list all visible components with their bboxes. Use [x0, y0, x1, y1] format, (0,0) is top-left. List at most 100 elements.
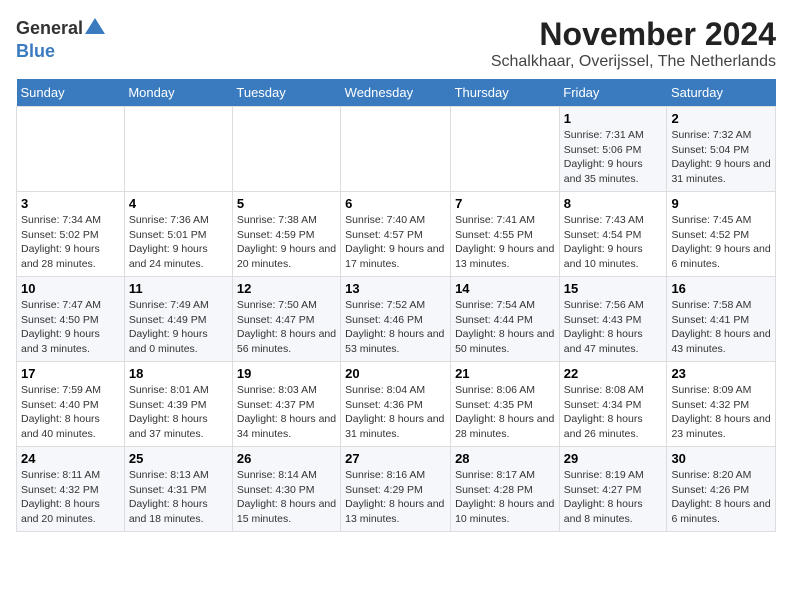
logo-general-text: General: [16, 18, 83, 39]
calendar-cell: 8Sunrise: 7:43 AM Sunset: 4:54 PM Daylig…: [559, 192, 667, 277]
col-header-monday: Monday: [124, 79, 232, 107]
calendar-cell: [124, 107, 232, 192]
day-number: 15: [564, 281, 663, 296]
calendar-cell: 2 Sunrise: 7:32 AM Sunset: 5:04 PM Daylig…: [667, 107, 776, 192]
calendar-cell: 3Sunrise: 7:34 AM Sunset: 5:02 PM Daylig…: [17, 192, 125, 277]
day-info: Sunrise: 8:04 AM Sunset: 4:36 PM Dayligh…: [345, 383, 446, 442]
col-header-friday: Friday: [559, 79, 667, 107]
day-number: 29: [564, 451, 663, 466]
day-number: 16: [671, 281, 771, 296]
calendar-cell: 20 Sunrise: 8:04 AM Sunset: 4:36 PM Dayli…: [341, 362, 451, 447]
day-number: 26: [237, 451, 336, 466]
calendar-cell: 16 Sunrise: 7:58 AM Sunset: 4:41 PM Dayli…: [667, 277, 776, 362]
day-number: 12: [237, 281, 336, 296]
calendar-cell: 7 Sunrise: 7:41 AM Sunset: 4:55 PM Daylig…: [451, 192, 560, 277]
calendar-cell: 15 Sunrise: 7:56 AM Sunset: 4:43 PM Dayli…: [559, 277, 667, 362]
day-info: Sunrise: 7:56 AM Sunset: 4:43 PM Dayligh…: [564, 298, 663, 357]
calendar-cell: 25 Sunrise: 8:13 AM Sunset: 4:31 PM Dayli…: [124, 447, 232, 532]
day-info: Sunrise: 8:19 AM Sunset: 4:27 PM Dayligh…: [564, 468, 663, 527]
day-info: Sunrise: 8:16 AM Sunset: 4:29 PM Dayligh…: [345, 468, 446, 527]
calendar-cell: 9 Sunrise: 7:45 AM Sunset: 4:52 PM Daylig…: [667, 192, 776, 277]
logo-icon: [85, 16, 105, 36]
day-number: 30: [671, 451, 771, 466]
calendar-title: November 2024: [491, 16, 776, 53]
day-number: 6: [345, 196, 446, 211]
calendar-cell: 1 Sunrise: 7:31 AM Sunset: 5:06 PM Daylig…: [559, 107, 667, 192]
calendar-cell: 26 Sunrise: 8:14 AM Sunset: 4:30 PM Dayli…: [232, 447, 340, 532]
calendar-cell: 27 Sunrise: 8:16 AM Sunset: 4:29 PM Dayli…: [341, 447, 451, 532]
day-info: Sunrise: 7:50 AM Sunset: 4:47 PM Dayligh…: [237, 298, 336, 357]
day-info: Sunrise: 8:20 AM Sunset: 4:26 PM Dayligh…: [671, 468, 771, 527]
col-header-thursday: Thursday: [451, 79, 560, 107]
calendar-week-row: 1 Sunrise: 7:31 AM Sunset: 5:06 PM Daylig…: [17, 107, 776, 192]
day-info: Sunrise: 7:36 AM Sunset: 5:01 PM Dayligh…: [129, 213, 228, 272]
day-number: 22: [564, 366, 663, 381]
day-number: 27: [345, 451, 446, 466]
day-info: Sunrise: 7:32 AM Sunset: 5:04 PM Dayligh…: [671, 128, 771, 187]
calendar-cell: 11Sunrise: 7:49 AM Sunset: 4:49 PM Dayli…: [124, 277, 232, 362]
calendar-cell: 17Sunrise: 7:59 AM Sunset: 4:40 PM Dayli…: [17, 362, 125, 447]
day-number: 4: [129, 196, 228, 211]
col-header-tuesday: Tuesday: [232, 79, 340, 107]
calendar-cell: 12 Sunrise: 7:50 AM Sunset: 4:47 PM Dayli…: [232, 277, 340, 362]
day-info: Sunrise: 7:40 AM Sunset: 4:57 PM Dayligh…: [345, 213, 446, 272]
day-number: 19: [237, 366, 336, 381]
col-header-saturday: Saturday: [667, 79, 776, 107]
col-header-sunday: Sunday: [17, 79, 125, 107]
day-number: 7: [455, 196, 555, 211]
calendar-week-row: 10 Sunrise: 7:47 AM Sunset: 4:50 PM Dayli…: [17, 277, 776, 362]
day-info: Sunrise: 8:01 AM Sunset: 4:39 PM Dayligh…: [129, 383, 228, 442]
calendar-cell: 5Sunrise: 7:38 AM Sunset: 4:59 PM Daylig…: [232, 192, 340, 277]
calendar-cell: 14Sunrise: 7:54 AM Sunset: 4:44 PM Dayli…: [451, 277, 560, 362]
logo: General Blue: [16, 16, 105, 62]
calendar-header-row: SundayMondayTuesdayWednesdayThursdayFrid…: [17, 79, 776, 107]
col-header-wednesday: Wednesday: [341, 79, 451, 107]
calendar-week-row: 3Sunrise: 7:34 AM Sunset: 5:02 PM Daylig…: [17, 192, 776, 277]
calendar-cell: 24 Sunrise: 8:11 AM Sunset: 4:32 PM Dayli…: [17, 447, 125, 532]
day-info: Sunrise: 8:06 AM Sunset: 4:35 PM Dayligh…: [455, 383, 555, 442]
calendar-cell: [17, 107, 125, 192]
day-info: Sunrise: 8:08 AM Sunset: 4:34 PM Dayligh…: [564, 383, 663, 442]
title-area: November 2024 Schalkhaar, Overijssel, Th…: [491, 16, 776, 71]
calendar-subtitle: Schalkhaar, Overijssel, The Netherlands: [491, 53, 776, 71]
calendar-cell: 21Sunrise: 8:06 AM Sunset: 4:35 PM Dayli…: [451, 362, 560, 447]
day-info: Sunrise: 8:17 AM Sunset: 4:28 PM Dayligh…: [455, 468, 555, 527]
calendar-cell: 28Sunrise: 8:17 AM Sunset: 4:28 PM Dayli…: [451, 447, 560, 532]
day-info: Sunrise: 7:58 AM Sunset: 4:41 PM Dayligh…: [671, 298, 771, 357]
day-info: Sunrise: 7:41 AM Sunset: 4:55 PM Dayligh…: [455, 213, 555, 272]
calendar-cell: [232, 107, 340, 192]
day-info: Sunrise: 7:59 AM Sunset: 4:40 PM Dayligh…: [21, 383, 120, 442]
day-info: Sunrise: 7:45 AM Sunset: 4:52 PM Dayligh…: [671, 213, 771, 272]
calendar-cell: 29 Sunrise: 8:19 AM Sunset: 4:27 PM Dayli…: [559, 447, 667, 532]
day-number: 10: [21, 281, 120, 296]
day-number: 9: [671, 196, 771, 211]
calendar-cell: 22 Sunrise: 8:08 AM Sunset: 4:34 PM Dayli…: [559, 362, 667, 447]
day-info: Sunrise: 8:03 AM Sunset: 4:37 PM Dayligh…: [237, 383, 336, 442]
calendar-week-row: 17Sunrise: 7:59 AM Sunset: 4:40 PM Dayli…: [17, 362, 776, 447]
day-number: 24: [21, 451, 120, 466]
day-info: Sunrise: 7:52 AM Sunset: 4:46 PM Dayligh…: [345, 298, 446, 357]
day-number: 13: [345, 281, 446, 296]
calendar-cell: [341, 107, 451, 192]
day-number: 20: [345, 366, 446, 381]
day-number: 23: [671, 366, 771, 381]
calendar-cell: 30 Sunrise: 8:20 AM Sunset: 4:26 PM Dayli…: [667, 447, 776, 532]
day-info: Sunrise: 8:13 AM Sunset: 4:31 PM Dayligh…: [129, 468, 228, 527]
logo-blue-text: Blue: [16, 41, 55, 61]
calendar-table: SundayMondayTuesdayWednesdayThursdayFrid…: [16, 79, 776, 532]
day-info: Sunrise: 8:14 AM Sunset: 4:30 PM Dayligh…: [237, 468, 336, 527]
day-number: 25: [129, 451, 228, 466]
day-info: Sunrise: 7:31 AM Sunset: 5:06 PM Dayligh…: [564, 128, 663, 187]
calendar-cell: [451, 107, 560, 192]
day-number: 2: [671, 111, 771, 126]
calendar-cell: 18Sunrise: 8:01 AM Sunset: 4:39 PM Dayli…: [124, 362, 232, 447]
calendar-cell: 23Sunrise: 8:09 AM Sunset: 4:32 PM Dayli…: [667, 362, 776, 447]
day-info: Sunrise: 8:11 AM Sunset: 4:32 PM Dayligh…: [21, 468, 120, 527]
day-info: Sunrise: 7:38 AM Sunset: 4:59 PM Dayligh…: [237, 213, 336, 272]
day-info: Sunrise: 7:49 AM Sunset: 4:49 PM Dayligh…: [129, 298, 228, 357]
day-info: Sunrise: 7:47 AM Sunset: 4:50 PM Dayligh…: [21, 298, 120, 357]
calendar-cell: 4 Sunrise: 7:36 AM Sunset: 5:01 PM Daylig…: [124, 192, 232, 277]
calendar-cell: 19 Sunrise: 8:03 AM Sunset: 4:37 PM Dayli…: [232, 362, 340, 447]
day-number: 1: [564, 111, 663, 126]
day-info: Sunrise: 7:54 AM Sunset: 4:44 PM Dayligh…: [455, 298, 555, 357]
